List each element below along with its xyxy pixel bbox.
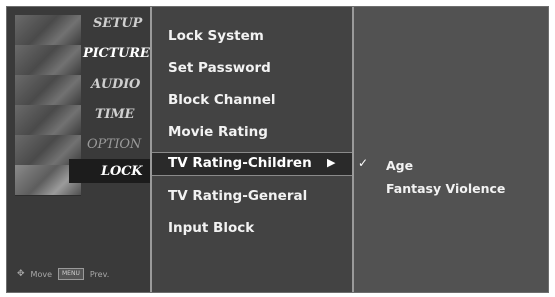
check-icon: ✓ [358,156,369,170]
set-password-item[interactable]: Set Password [168,57,271,79]
move-label: Move [30,269,52,279]
audio-thumbnail [15,75,81,106]
menu-item-option[interactable]: OPTION [87,137,159,159]
menu-key-icon: MENU [58,268,84,280]
picture-thumbnail [15,45,81,76]
tv-rating-general-item[interactable]: TV Rating-General [168,185,307,207]
fantasy-violence-option[interactable]: Fantasy Violence [386,179,505,199]
setup-thumbnail [15,15,81,46]
menu-footer: ✥ Move MENU Prev. [17,268,109,280]
lock-menu-panel: Lock System Set Password Block Channel M… [152,7,352,292]
tv-rating-children-item[interactable]: TV Rating-Children [168,152,312,174]
prev-label: Prev. [89,269,110,279]
age-option[interactable]: Age [386,156,413,176]
tv-osd-screen: SETUP PICTURE AUDIO TIME OPTION LOCK ✥ M… [6,6,549,293]
menu-item-picture[interactable]: PICTURE [83,46,155,68]
main-menu-panel: SETUP PICTURE AUDIO TIME OPTION LOCK ✥ M… [7,7,152,292]
input-block-item[interactable]: Input Block [168,217,254,239]
rating-submenu-panel: ✓ Age Fantasy Violence [352,7,548,292]
time-thumbnail [15,105,81,136]
movie-rating-item[interactable]: Movie Rating [168,121,268,143]
lock-system-item[interactable]: Lock System [168,25,264,47]
move-icon: ✥ [17,269,25,279]
block-channel-item[interactable]: Block Channel [168,89,276,111]
submenu-arrow-icon: ▶ [327,156,336,169]
